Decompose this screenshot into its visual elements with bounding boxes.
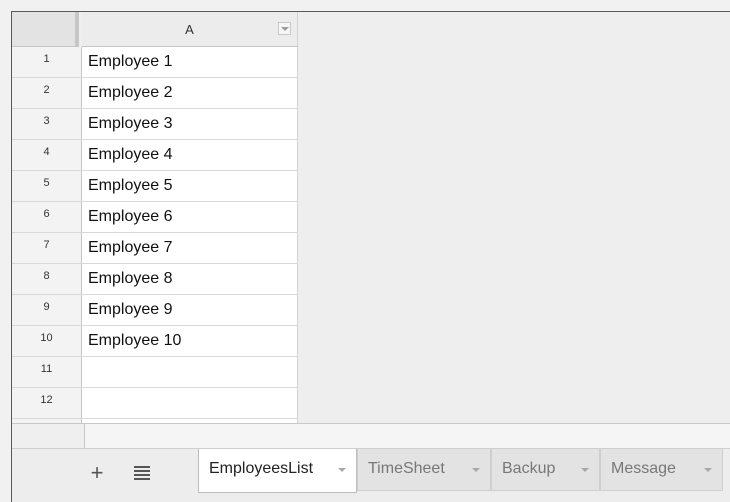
cell-a[interactable]: Employee 3: [82, 109, 298, 139]
cell-a[interactable]: Employee 10: [82, 326, 298, 356]
grid: A 1 Employee 1 2 Employee 2 3 Employee 3…: [12, 12, 730, 448]
cell-a[interactable]: Employee 5: [82, 171, 298, 201]
add-sheet-button[interactable]: +: [87, 462, 107, 484]
select-all-corner[interactable]: [12, 12, 79, 47]
row-header[interactable]: 9: [12, 295, 82, 325]
sheet-tab-bar: + EmployeesList TimeSheet Backup Message: [12, 448, 730, 502]
cell-a[interactable]: Employee 8: [82, 264, 298, 294]
tab-timesheet[interactable]: TimeSheet: [357, 449, 491, 491]
horizontal-scrollbar[interactable]: [12, 423, 730, 448]
table-row: 6 Employee 6: [12, 202, 298, 233]
row-header[interactable]: 6: [12, 202, 82, 232]
table-row: 1 Employee 1: [12, 47, 298, 78]
tab-label: Message: [611, 460, 676, 477]
row-header[interactable]: 1: [12, 47, 82, 77]
tab-label: Backup: [502, 460, 556, 477]
row-header[interactable]: 5: [12, 171, 82, 201]
row-header[interactable]: 7: [12, 233, 82, 263]
table-row: 11: [12, 357, 298, 388]
table-row: 5 Employee 5: [12, 171, 298, 202]
chevron-down-icon[interactable]: [581, 468, 589, 472]
spreadsheet: A 1 Employee 1 2 Employee 2 3 Employee 3…: [11, 11, 730, 502]
table-row: 3 Employee 3: [12, 109, 298, 140]
chevron-down-icon[interactable]: [472, 468, 480, 472]
chevron-down-icon[interactable]: [338, 468, 346, 472]
row-header[interactable]: 3: [12, 109, 82, 139]
table-row: 2 Employee 2: [12, 78, 298, 109]
column-header-a[interactable]: A: [82, 12, 298, 47]
table-row: 10 Employee 10: [12, 326, 298, 357]
chevron-down-icon[interactable]: [704, 468, 712, 472]
tab-employeeslist[interactable]: EmployeesList: [198, 449, 357, 493]
tab-label: TimeSheet: [368, 460, 445, 477]
cell-a[interactable]: Employee 4: [82, 140, 298, 170]
row-header[interactable]: 2: [12, 78, 82, 108]
cell-a[interactable]: [82, 357, 298, 387]
row-header[interactable]: 11: [12, 357, 82, 387]
column-header-label: A: [185, 22, 194, 37]
scrollbar-left-segment: [12, 424, 85, 448]
cell-a[interactable]: [82, 388, 298, 418]
cell-a[interactable]: Employee 2: [82, 78, 298, 108]
tab-label: EmployeesList: [209, 460, 314, 477]
table-row: 4 Employee 4: [12, 140, 298, 171]
row-header[interactable]: 10: [12, 326, 82, 356]
all-sheets-list-icon[interactable]: [134, 466, 150, 480]
row-header[interactable]: 12: [12, 388, 82, 418]
cell-a[interactable]: Employee 6: [82, 202, 298, 232]
cell-a[interactable]: Employee 1: [82, 47, 298, 77]
table-row: 7 Employee 7: [12, 233, 298, 264]
rows: 1 Employee 1 2 Employee 2 3 Employee 3 4…: [12, 47, 298, 423]
table-row: 9 Employee 9: [12, 295, 298, 326]
row-header[interactable]: 4: [12, 140, 82, 170]
table-row: 8 Employee 8: [12, 264, 298, 295]
row-header[interactable]: 8: [12, 264, 82, 294]
cell-a[interactable]: Employee 7: [82, 233, 298, 263]
column-menu-dropdown-icon[interactable]: [278, 22, 291, 35]
table-row: 12: [12, 388, 298, 419]
tab-backup[interactable]: Backup: [491, 449, 600, 491]
tab-message[interactable]: Message: [600, 449, 723, 491]
cell-a[interactable]: Employee 9: [82, 295, 298, 325]
